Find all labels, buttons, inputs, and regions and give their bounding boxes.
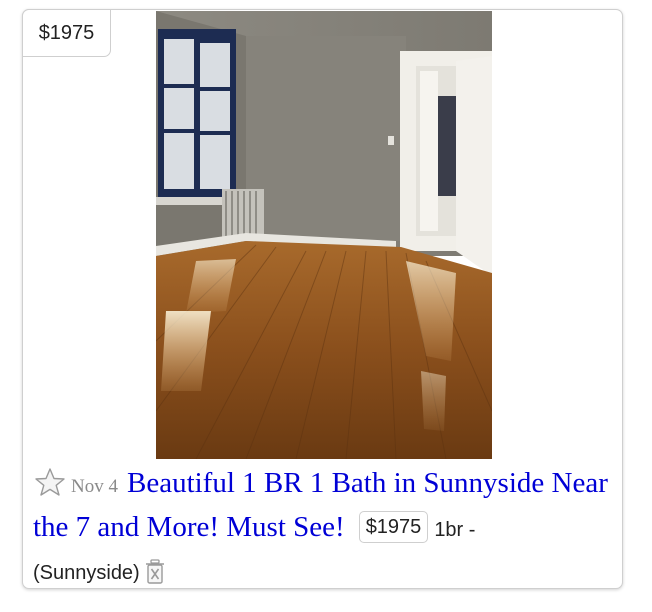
posted-date: Nov 4 [71,476,118,497]
listing-info: Nov 4 Beautiful 1 BR 1 Bath in Sunnyside … [33,463,613,593]
trash-x-icon[interactable] [144,556,166,584]
housing-info: 1br - [434,519,476,541]
apartment-photo-image [156,11,492,459]
price-badge: $1975 [22,9,111,57]
listing-photo[interactable] [156,11,492,459]
inline-price: $1975 [358,511,429,543]
listing-title-link[interactable]: Beautiful 1 BR 1 Bath in Sunnyside Near … [33,467,608,543]
neighborhood: (Sunnyside) [33,562,140,584]
star-icon[interactable] [33,467,67,497]
